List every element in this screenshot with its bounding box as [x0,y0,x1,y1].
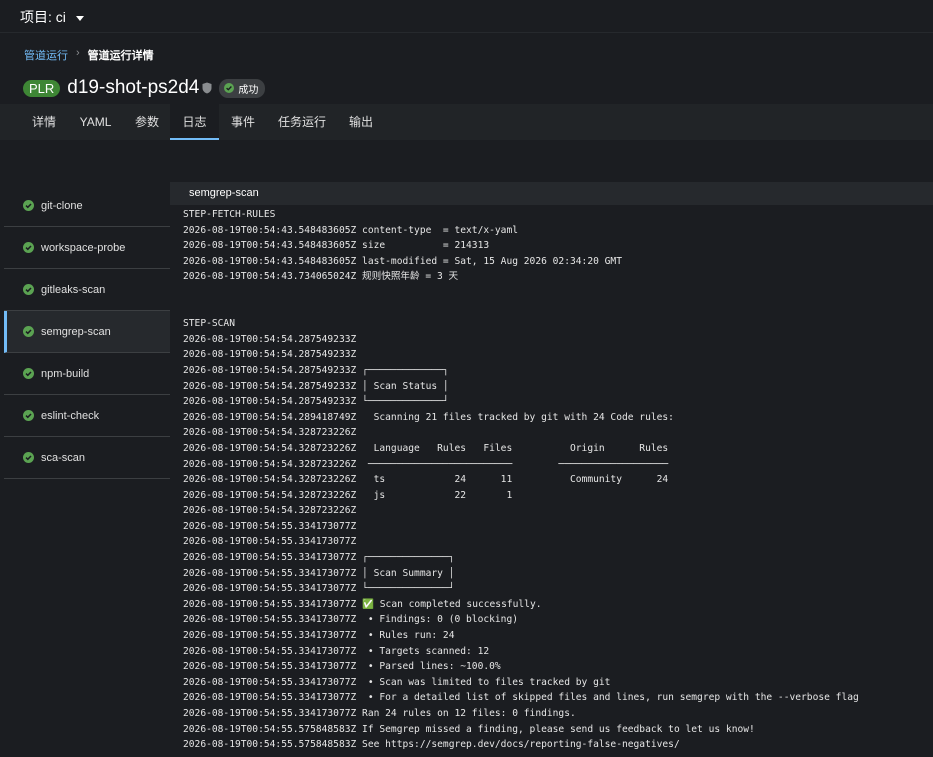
check-circle-icon [23,368,34,379]
log-line: 2026-08-19T00:54:55.334173077Z • Finding… [183,614,519,626]
resource-type-badge: PLR [23,79,61,97]
log-line: 2026-08-19T00:54:55.575848583Z If Semgre… [183,723,755,735]
log-line: 2026-08-19T00:54:54.287549233Z [183,333,357,345]
breadcrumb: 管道运行 › 管道运行详情 [24,47,154,63]
log-line: 2026-08-19T00:54:55.334173077Z • Parsed … [183,661,501,673]
log-line: 2026-08-19T00:54:54.287549233Z │ Scan St… [183,380,449,392]
step-workspace-probe[interactable]: workspace-probe [4,227,170,269]
log-line: 2026-08-19T00:54:55.334173077Z • Scan wa… [183,676,611,688]
check-circle-icon [23,410,34,421]
log-line: 2026-08-19T00:54:54.328723226Z Language … [183,442,669,454]
step-label: eslint-check [41,409,100,422]
log-line: 2026-08-19T00:54:54.328723226Z [183,505,357,517]
log-line: 2026-08-19T00:54:43.548483605Z size = 21… [183,240,490,252]
step-gitleaks-scan[interactable]: gitleaks-scan [4,269,170,311]
task-step-list: git-clone workspace-probe gitleaks-scan … [4,185,170,479]
step-npm-build[interactable]: npm-build [4,353,170,395]
log-line: 2026-08-19T00:54:55.334173077Z • For a d… [183,692,859,704]
log-line: STEP-SCAN [183,318,235,330]
step-label: workspace-probe [41,241,126,254]
log-line: 2026-08-19T00:54:55.334173077Z [183,536,357,548]
log-line: 2026-08-19T00:54:55.334173077Z ┌────────… [183,552,455,564]
log-line: 2026-08-19T00:54:55.334173077Z [183,520,357,532]
tab-parameters[interactable]: 参数 [126,104,168,140]
log-line: 2026-08-19T00:54:54.328723226Z [183,427,357,439]
log-line: 2026-08-19T00:54:54.328723226Z ts 24 11 … [183,474,669,486]
log-line: 2026-08-19T00:54:55.334173077Z ✅ Scan co… [183,598,542,610]
log-line: 2026-08-19T00:54:55.334173077Z └────────… [183,583,455,595]
tab-logs[interactable]: 日志 [170,104,219,140]
log-line: 2026-08-19T00:54:55.334173077Z • Targets… [183,645,490,657]
log-line: 2026-08-19T00:54:54.287549233Z [183,349,357,361]
log-line: 2026-08-19T00:54:55.575848583Z See https… [183,739,680,751]
step-label: semgrep-scan [41,325,111,338]
log-line: 2026-08-19T00:54:54.328723226Z ─────────… [183,458,669,470]
step-sca-scan[interactable]: sca-scan [4,437,170,479]
check-circle-icon [23,200,34,211]
tab-details[interactable]: 详情 [23,104,65,140]
top-bar: 项目: ci [0,0,933,33]
step-semgrep-scan[interactable]: semgrep-scan [4,311,170,353]
status-badge: 成功 [219,78,266,98]
step-label: git-clone [41,199,83,212]
tab-task-runs[interactable]: 任务运行 [271,104,333,140]
log-line: 2026-08-19T00:54:43.548483605Z last-modi… [183,255,622,267]
log-output[interactable]: STEP-FETCH-RULES 2026-08-19T00:54:43.5484… [170,205,933,755]
step-label: npm-build [41,367,90,380]
log-line: 2026-08-19T00:54:54.289418749Z Scanning … [183,411,674,423]
breadcrumb-pipeline-runs-link[interactable]: 管道运行 [24,47,68,63]
log-line: 2026-08-19T00:54:54.287549233Z ┌────────… [183,364,449,376]
log-line: 2026-08-19T00:54:55.334173077Z │ Scan Su… [183,567,455,579]
caret-down-icon [75,15,84,21]
breadcrumb-separator: › [76,47,80,59]
step-eslint-check[interactable]: eslint-check [4,395,170,437]
status-text: 成功 [238,84,259,96]
check-circle-icon [23,326,34,337]
log-line: 2026-08-19T00:54:43.734065024Z 规则快照年龄 = … [183,271,459,283]
step-label: gitleaks-scan [41,283,106,296]
log-line: 2026-08-19T00:54:55.334173077Z • Rules r… [183,630,455,642]
log-line: 2026-08-19T00:54:54.328723226Z js 22 1 [183,489,513,501]
check-circle-icon [224,83,235,93]
log-line: 2026-08-19T00:54:54.287549233Z └────────… [183,396,449,408]
check-circle-icon [23,242,34,253]
shield-icon [202,82,212,94]
breadcrumb-current: 管道运行详情 [87,50,154,62]
step-label: sca-scan [41,451,86,464]
log-line: STEP-FETCH-RULES [183,209,276,220]
tab-events[interactable]: 事件 [222,104,264,140]
log-title: semgrep-scan [170,182,933,205]
page-title: d19-shot-ps2d4 [67,77,200,98]
project-selector[interactable]: 项目: ci [20,7,84,27]
check-circle-icon [23,284,34,295]
check-circle-icon [23,452,34,463]
tab-yaml[interactable]: YAML [72,104,119,140]
page-title-row: PLR d19-shot-ps2d4 成功 [23,77,266,99]
log-line: 2026-08-19T00:54:55.334173077Z Ran 24 ru… [183,708,576,719]
tab-output[interactable]: 输出 [340,104,382,140]
tab-bar: 详情 YAML 参数 日志 事件 任务运行 输出 [0,104,933,140]
step-git-clone[interactable]: git-clone [4,185,170,227]
log-panel: semgrep-scan STEP-FETCH-RULES 2026-08-19T… [170,182,933,757]
project-label: 项目: ci [20,9,66,25]
log-line: 2026-08-19T00:54:43.548483605Z content-t… [183,224,519,236]
